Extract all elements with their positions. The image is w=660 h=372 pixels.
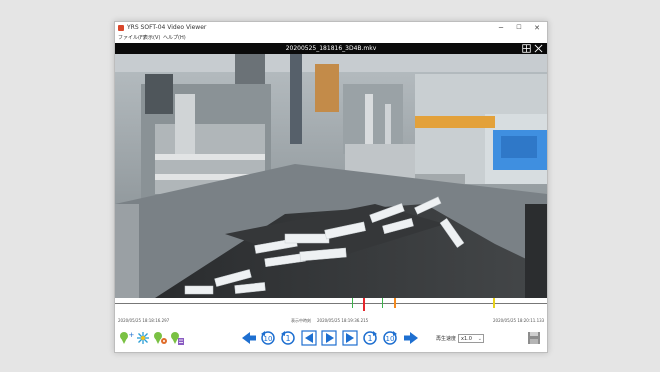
speed-label: 再生速度 <box>436 336 457 342</box>
svg-text:+: + <box>129 331 135 339</box>
svg-text:1: 1 <box>367 334 372 343</box>
title-bar: YRS SOFT-04 Video Viewer ─ ☐ ✕ <box>115 22 547 34</box>
chevron-down-icon: ⌄ <box>477 336 482 342</box>
speed-value: x1.0 <box>461 336 472 342</box>
time-row: 2020/05/25 18:18:16.297 表示中時刻 2020/05/25… <box>115 317 547 325</box>
end-time: 2020/05/25 18:20:11.133 <box>493 318 545 323</box>
menu-help[interactable]: ヘルプ(H) <box>163 34 186 43</box>
app-icon <box>118 25 124 31</box>
timeline-marker[interactable] <box>351 298 354 308</box>
forward-10-icon[interactable]: 10 <box>382 330 398 346</box>
current-time: 2020/05/25 18:19:36.215 <box>317 318 369 323</box>
menu-bar: ファイル(F) 表示(V) ヘルプ(H) <box>115 34 547 43</box>
back-1-icon[interactable]: 1 <box>280 330 296 346</box>
menu-view[interactable]: 表示(V) <box>143 34 160 43</box>
pin-list-icon[interactable] <box>169 330 185 346</box>
pin-plus-icon[interactable]: + <box>118 330 134 346</box>
grid-layout-icon[interactable] <box>522 44 531 53</box>
jump-end-icon[interactable] <box>403 330 419 346</box>
current-time-label: 表示中時刻 <box>291 318 311 323</box>
svg-text:1: 1 <box>285 334 290 343</box>
step-back-icon[interactable] <box>301 330 317 346</box>
factory-video-image <box>115 54 547 298</box>
menu-file[interactable]: ファイル(F) <box>118 34 145 43</box>
video-frame[interactable] <box>115 54 547 298</box>
close-video-icon[interactable] <box>534 44 543 53</box>
timeline-marker[interactable] <box>493 298 495 308</box>
video-header: 20200525_181816_3D4B.mkv <box>115 43 547 54</box>
video-file-name: 20200525_181816_3D4B.mkv <box>285 45 377 52</box>
timeline-bar[interactable] <box>115 298 547 317</box>
minimize-button[interactable]: ─ <box>492 22 510 34</box>
step-forward-icon[interactable] <box>342 330 358 346</box>
save-icon[interactable] <box>527 331 541 345</box>
jump-start-icon[interactable] <box>241 330 257 346</box>
video-viewer-window: YRS SOFT-04 Video Viewer ─ ☐ ✕ ファイル(F) 表… <box>114 21 548 353</box>
window-title: YRS SOFT-04 Video Viewer <box>127 24 207 31</box>
speed-select[interactable]: x1.0 ⌄ <box>458 334 484 343</box>
snowflake-icon[interactable] <box>135 330 151 346</box>
playback-controls: + 10 1 1 10 再生速度 x1.0 ⌄ <box>115 326 547 350</box>
back-10-icon[interactable]: 10 <box>260 330 276 346</box>
forward-1-icon[interactable]: 1 <box>362 330 378 346</box>
svg-text:10: 10 <box>264 335 273 343</box>
timeline-marker[interactable] <box>381 298 384 308</box>
svg-text:10: 10 <box>386 335 395 343</box>
pin-gear-icon[interactable] <box>152 330 168 346</box>
timeline-track <box>115 303 547 304</box>
maximize-button[interactable]: ☐ <box>510 22 528 34</box>
timeline-marker[interactable] <box>394 298 396 308</box>
close-button[interactable]: ✕ <box>528 22 546 34</box>
start-time: 2020/05/25 18:18:16.297 <box>118 318 170 323</box>
timeline-marker[interactable] <box>362 298 366 311</box>
play-icon[interactable] <box>321 330 337 346</box>
